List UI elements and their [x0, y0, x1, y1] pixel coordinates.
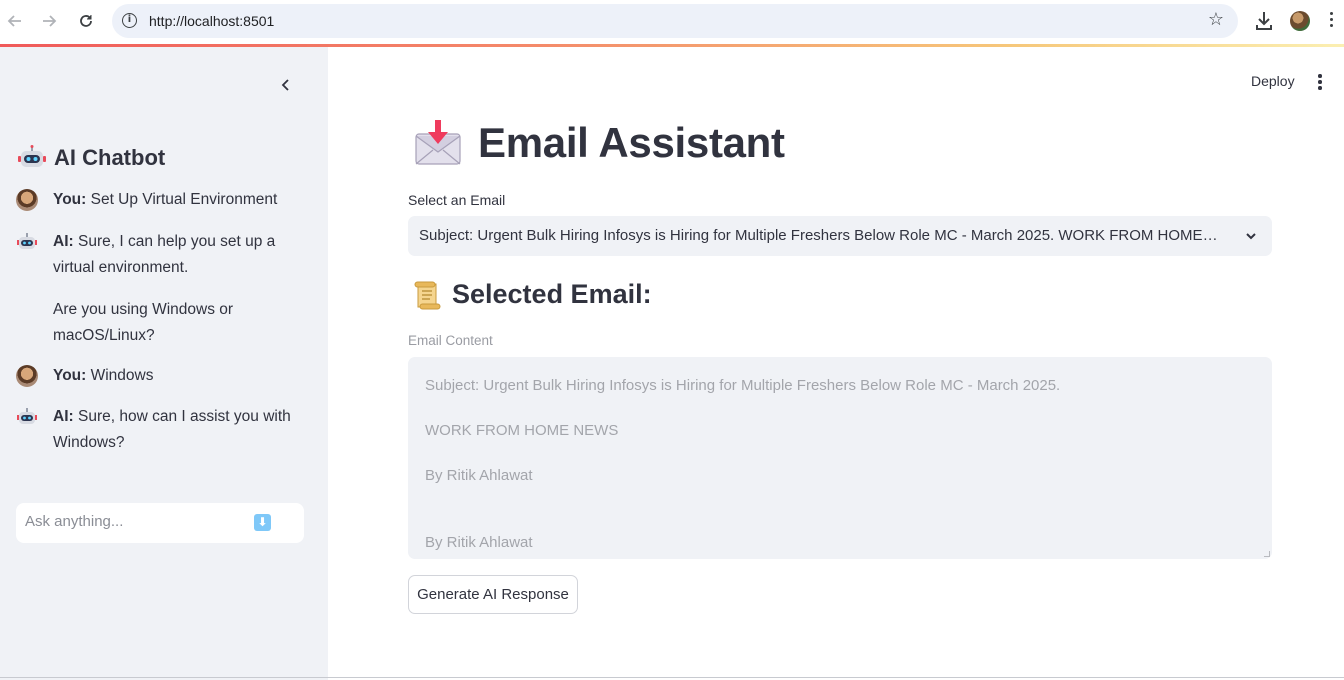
robot-avatar-icon — [17, 233, 37, 249]
email-line: By Ritik Ahlawat — [425, 534, 533, 551]
chat-message-user: You: Set Up Virtual Environment — [16, 189, 306, 213]
window-bottom-border — [0, 677, 1344, 678]
sidebar-title: AI Chatbot — [18, 145, 165, 171]
app-menu-icon[interactable] — [1318, 74, 1322, 92]
resize-handle[interactable] — [1264, 551, 1270, 557]
email-line: WORK FROM HOME NEWS — [425, 422, 619, 439]
message-text-continued: Are you using Windows or macOS/Linux? — [53, 301, 234, 344]
selected-email-header: Selected Email: — [412, 279, 652, 310]
speaker-label: AI: — [53, 408, 74, 425]
forward-icon[interactable] — [38, 10, 60, 32]
speaker-label: You: — [53, 367, 87, 384]
robot-icon — [18, 145, 46, 167]
user-avatar — [16, 365, 38, 387]
email-line: Subject: Urgent Bulk Hiring Infosys is H… — [425, 377, 1061, 394]
main-content: Deploy Email Assistant Select an Email S… — [328, 47, 1344, 680]
speaker-label: You: — [53, 191, 87, 208]
incoming-envelope-icon — [415, 120, 461, 165]
chat-input-container: ⬇ — [16, 503, 304, 543]
message-text: Sure, how can I assist you with Windows? — [53, 408, 291, 451]
site-info-icon[interactable]: i — [122, 13, 137, 28]
subheader-text: Selected Email: — [452, 279, 652, 309]
back-icon[interactable] — [4, 10, 26, 32]
send-arrow-icon[interactable]: ⬇ — [254, 514, 271, 531]
email-content-textarea[interactable]: Subject: Urgent Bulk Hiring Infosys is H… — [408, 357, 1272, 559]
reload-icon[interactable] — [75, 10, 97, 32]
email-line: By Ritik Ahlawat — [425, 467, 533, 484]
bookmark-star-icon[interactable]: ☆ — [1208, 9, 1224, 30]
generate-response-button[interactable]: Generate AI Response — [408, 575, 578, 614]
sidebar-heading: AI Chatbot — [54, 145, 166, 170]
sidebar: AI Chatbot You: Set Up Virtual Environme… — [0, 47, 328, 680]
message-text: Windows — [90, 367, 154, 384]
page-title: Email Assistant — [414, 119, 785, 167]
deploy-button[interactable]: Deploy — [1251, 73, 1295, 89]
page-heading: Email Assistant — [478, 119, 785, 166]
download-icon[interactable] — [1254, 10, 1274, 32]
address-bar[interactable]: i http://localhost:8501 ☆ — [112, 4, 1238, 38]
chat-message-ai: AI: Sure, I can help you set up a virtua… — [16, 231, 306, 349]
browser-toolbar: i http://localhost:8501 ☆ — [0, 0, 1344, 44]
speaker-label: AI: — [53, 233, 74, 250]
chat-input[interactable] — [25, 513, 245, 530]
chat-message-ai: AI: Sure, how can I assist you with Wind… — [16, 406, 306, 456]
collapse-sidebar-icon[interactable] — [276, 75, 296, 95]
browser-menu-icon[interactable] — [1330, 12, 1334, 30]
robot-avatar-icon — [17, 408, 37, 424]
email-content-label: Email Content — [408, 333, 493, 348]
email-select[interactable]: Subject: Urgent Bulk Hiring Infosys is H… — [408, 216, 1272, 256]
message-text: Set Up Virtual Environment — [90, 191, 278, 208]
email-select-value[interactable]: Subject: Urgent Bulk Hiring Infosys is H… — [419, 227, 1219, 244]
url-text[interactable]: http://localhost:8501 — [149, 13, 274, 29]
scroll-icon — [414, 281, 441, 309]
message-text: Sure, I can help you set up a virtual en… — [53, 233, 276, 276]
chat-message-user: You: Windows — [16, 365, 306, 389]
user-avatar — [16, 189, 38, 211]
chevron-down-icon[interactable] — [1244, 229, 1258, 243]
email-select-label: Select an Email — [408, 192, 506, 208]
profile-avatar[interactable] — [1290, 11, 1310, 31]
